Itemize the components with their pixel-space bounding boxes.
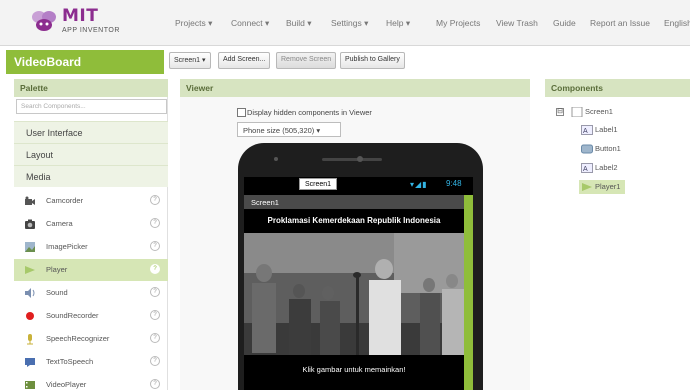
palette-item-texttospeech[interactable]: TextToSpeech ? (14, 351, 168, 373)
android-status-bar (244, 177, 473, 192)
display-hidden-checkbox[interactable] (237, 108, 246, 117)
phone-size-dropdown[interactable]: Phone size (505,320) ▾ (237, 122, 341, 137)
menu-build[interactable]: Build ▾ (286, 18, 312, 29)
viewer-header: Viewer (180, 79, 530, 97)
tree-node-label: Player1 (595, 182, 621, 191)
mit-app-inventor-logo[interactable]: MIT APP INVENTOR (30, 6, 130, 40)
publish-gallery-button[interactable]: Publish to Gallery (340, 52, 405, 69)
palette-item-imagepicker[interactable]: ImagePicker ? (14, 236, 168, 258)
palette-item-label: SpeechRecognizer (46, 334, 110, 343)
signal-battery-icon: ▾◢▮ (410, 180, 428, 189)
remove-screen-button[interactable]: Remove Screen (276, 52, 337, 69)
components-header: Components (545, 79, 690, 97)
player-button-image[interactable] (244, 233, 464, 355)
help-icon[interactable]: ? (150, 333, 160, 343)
help-icon[interactable]: ? (150, 287, 160, 297)
palette-item-label: Sound (46, 288, 68, 297)
menu-settings[interactable]: Settings ▾ (331, 18, 368, 29)
help-icon[interactable]: ? (150, 241, 160, 251)
menu-my-projects[interactable]: My Projects (436, 18, 480, 28)
help-icon[interactable]: ? (150, 356, 160, 366)
tree-node-label: Screen1 (585, 107, 613, 116)
help-icon[interactable]: ? (150, 195, 160, 205)
tree-node-label: Button1 (595, 144, 621, 153)
screen-icon (571, 107, 583, 118)
palette-item-soundrecorder[interactable]: SoundRecorder ? (14, 305, 168, 327)
palette-item-camera[interactable]: Camera ? (14, 213, 168, 235)
palette-item-label: TextToSpeech (46, 357, 94, 366)
image-picker-icon (25, 242, 35, 252)
tree-node-player1[interactable]: Player1 (579, 180, 626, 195)
help-icon[interactable]: ? (150, 218, 160, 228)
category-media[interactable]: Media (14, 165, 168, 187)
palette-item-videoplayer[interactable]: VideoPlayer ? (14, 374, 168, 390)
collapse-tree-icon[interactable]: ⊟ (556, 108, 564, 116)
svg-text:A: A (583, 166, 588, 173)
app-inventor-bee-icon (32, 11, 56, 31)
display-hidden-label: Display hidden components in Viewer (247, 108, 372, 117)
screen-name-tag: Screen1 (299, 178, 337, 190)
button-icon (581, 144, 593, 154)
label-icon: A (581, 125, 593, 136)
tree-node-label: Label2 (595, 163, 618, 172)
menu-connect[interactable]: Connect ▾ (231, 18, 269, 29)
player-icon (25, 266, 35, 274)
phone-speaker (322, 158, 382, 161)
help-icon[interactable]: ? (150, 379, 160, 389)
palette-item-label: VideoPlayer (46, 380, 87, 389)
label-icon: A (581, 163, 593, 174)
palette-item-label: Camcorder (46, 196, 84, 205)
palette-item-sound[interactable]: Sound ? (14, 282, 168, 304)
menu-projects[interactable]: Projects ▾ (175, 18, 212, 29)
video-player-icon (25, 381, 35, 389)
screen-select-dropdown[interactable]: Screen1 ▾ (169, 52, 211, 69)
menu-help[interactable]: Help ▾ (386, 18, 410, 29)
logo-subtitle: APP INVENTOR (62, 27, 120, 34)
label1-text[interactable]: Proklamasi Kemerdekaan Republik Indonesi… (244, 212, 464, 230)
palette-item-speechrecognizer[interactable]: SpeechRecognizer ? (14, 328, 168, 350)
palette-item-label: ImagePicker (46, 242, 88, 251)
menu-view-trash[interactable]: View Trash (496, 18, 538, 28)
camera-icon (25, 219, 35, 229)
svg-text:A: A (583, 128, 588, 135)
project-name: VideoBoard (6, 50, 164, 74)
category-layout[interactable]: Layout (14, 143, 168, 165)
components-panel (545, 97, 690, 390)
camcorder-icon (25, 196, 35, 205)
search-components-input[interactable]: Search Components... (16, 99, 167, 114)
tree-node-button1[interactable]: Button1 (581, 144, 621, 154)
screen-title-bar: Screen1 (244, 195, 464, 209)
status-time: 9:48 (446, 179, 462, 188)
player-icon (582, 183, 592, 192)
historical-photo-image (244, 233, 464, 355)
tree-node-label1[interactable]: A Label1 (581, 125, 618, 136)
palette-item-camcorder[interactable]: Camcorder ? (14, 190, 168, 212)
phone-camera (357, 156, 363, 162)
microphone-icon (27, 334, 33, 345)
palette-item-player[interactable]: Player ? (14, 259, 168, 281)
menu-language[interactable]: English (664, 18, 690, 28)
tree-node-label2[interactable]: A Label2 (581, 163, 618, 174)
palette-header: Palette (14, 79, 168, 97)
help-icon[interactable]: ? (150, 264, 160, 274)
sound-icon (25, 288, 35, 298)
palette-item-label: Camera (46, 219, 73, 228)
record-icon (26, 312, 34, 320)
category-user-interface[interactable]: User Interface (14, 121, 168, 143)
top-navigation-bar: MIT APP INVENTOR Projects ▾ Connect ▾ Bu… (0, 0, 690, 46)
selection-highlight-bar (464, 195, 473, 390)
menu-report-issue[interactable]: Report an Issue (590, 18, 650, 28)
help-icon[interactable]: ? (150, 310, 160, 320)
logo-mit-text: MIT (62, 6, 99, 26)
text-to-speech-icon (25, 358, 35, 367)
phone-sensor (274, 157, 278, 161)
menu-guide[interactable]: Guide (553, 18, 576, 28)
palette-item-label: Player (46, 265, 68, 274)
tree-node-label: Label1 (595, 125, 618, 134)
label2-text[interactable]: Klik gambar untuk memainkan! (244, 365, 464, 379)
palette-item-label: SoundRecorder (46, 311, 99, 320)
tree-node-screen1[interactable]: Screen1 (571, 107, 613, 118)
add-screen-button[interactable]: Add Screen... (218, 52, 271, 69)
